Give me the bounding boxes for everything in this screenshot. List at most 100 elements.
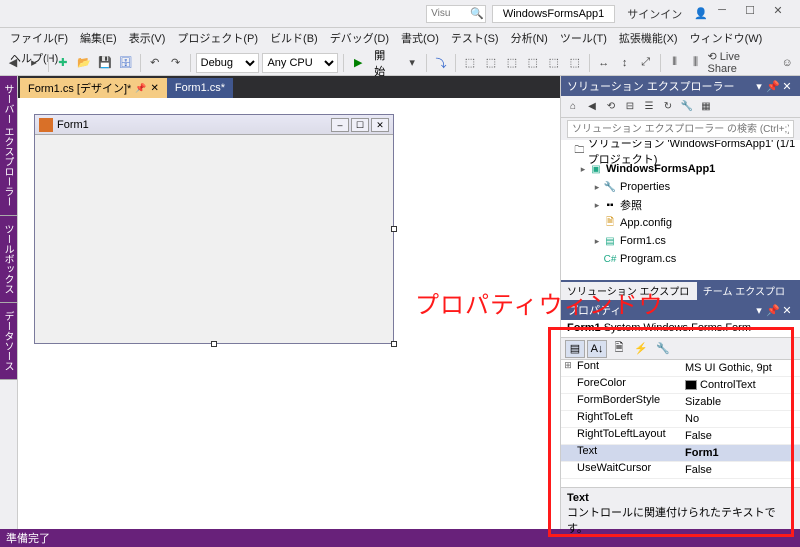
sx-home-icon[interactable]: ⌂ (565, 99, 581, 115)
step-icon[interactable]: ⤵ (432, 54, 450, 72)
properties-header[interactable]: プロパティ ▾ 📌 ✕ (561, 300, 800, 320)
wrench-icon: 🔧 (603, 180, 617, 194)
vspace-icon[interactable]: ⫼ (687, 54, 705, 72)
hspace-icon[interactable]: ⫴ (666, 54, 684, 72)
start-icon[interactable]: ▶ (349, 54, 367, 72)
size-h-icon[interactable]: ↕ (616, 54, 634, 72)
liveshare-button[interactable]: ⟲ Live Share (708, 50, 773, 75)
sx-sync-icon[interactable]: ⟲ (603, 99, 619, 115)
align-left-icon[interactable]: ⬚ (461, 54, 479, 72)
start-label[interactable]: 開始 (370, 47, 400, 79)
sx-preview-icon[interactable]: ▦ (698, 99, 714, 115)
panel-dropdown-icon[interactable]: ▾ (752, 304, 766, 317)
prop-wrench-icon[interactable]: 🔧 (653, 340, 673, 358)
solution-tree[interactable]: 🗀ソリューション 'WindowsFormsApp1' (1/1 プロジェクト)… (561, 140, 800, 280)
prop-row[interactable]: UseWaitCursorFalse (561, 462, 800, 479)
menu-test[interactable]: テスト(S) (445, 28, 505, 48)
undo-icon[interactable]: ↶ (146, 54, 164, 72)
redo-icon[interactable]: ↷ (167, 54, 185, 72)
tab-form1-design[interactable]: Form1.cs [デザイン]*📌✕ (20, 78, 167, 98)
menu-project[interactable]: プロジェクト(P) (171, 28, 264, 48)
designer-surface[interactable]: Form1 – ☐ ✕ (18, 98, 560, 529)
props-page-icon[interactable]: 🗎 (609, 340, 629, 358)
events-icon[interactable]: ⚡ (631, 340, 651, 358)
properties-object[interactable]: Form1 System.Windows.Forms.Form (561, 320, 800, 338)
close-button[interactable]: ✕ (764, 4, 792, 24)
sx-properties-icon[interactable]: 🔧 (679, 99, 695, 115)
nav-fwd-icon[interactable]: ▸ (25, 54, 43, 72)
prop-row[interactable]: ForeColorControlText (561, 377, 800, 394)
align-mid-icon[interactable]: ⬚ (545, 54, 563, 72)
tree-item[interactable]: ▸🔧Properties (561, 178, 800, 196)
save-icon[interactable]: 💾 (96, 54, 114, 72)
menu-analyze[interactable]: 分析(N) (505, 28, 554, 48)
platform-select[interactable]: Any CPU (262, 53, 338, 73)
resize-handle-s[interactable] (211, 341, 217, 347)
resize-handle-e[interactable] (391, 226, 397, 232)
form-preview[interactable]: Form1 – ☐ ✕ (34, 114, 394, 344)
open-icon[interactable]: 📂 (75, 54, 93, 72)
nav-back-icon[interactable]: ◀ (4, 54, 22, 72)
categorized-icon[interactable]: ▤ (565, 340, 585, 358)
tree-item[interactable]: ▸▤Form1.cs (561, 232, 800, 250)
config-select[interactable]: Debug (196, 53, 260, 73)
panel-close-icon[interactable]: ✕ (780, 304, 794, 317)
datasource-tab[interactable]: データソース (0, 303, 17, 380)
sx-collapse-icon[interactable]: ⊟ (622, 99, 638, 115)
form-client-area[interactable] (35, 135, 393, 343)
menu-debug[interactable]: デバッグ(D) (324, 28, 395, 48)
size-both-icon[interactable]: ⤢ (637, 54, 655, 72)
pin-icon[interactable]: 📌 (135, 83, 146, 94)
panel-close-icon[interactable]: ✕ (780, 80, 794, 93)
tree-item[interactable]: 🗎App.config (561, 214, 800, 232)
config-icon: 🗎 (603, 216, 617, 230)
prop-row[interactable]: RightToLeftNo (561, 411, 800, 428)
sx-refresh-icon[interactable]: ↻ (660, 99, 676, 115)
toolbox-tab[interactable]: ツールボックス (0, 216, 17, 303)
menu-tools[interactable]: ツール(T) (554, 28, 613, 48)
menu-window[interactable]: ウィンドウ(W) (684, 28, 769, 48)
alphabetical-icon[interactable]: A↓ (587, 340, 607, 358)
prop-row[interactable]: FormBorderStyleSizable (561, 394, 800, 411)
start-dropdown-icon[interactable]: ▾ (403, 54, 421, 72)
new-icon[interactable]: ✚ (54, 54, 72, 72)
size-w-icon[interactable]: ↔ (595, 54, 613, 72)
panel-pin-icon[interactable]: 📌 (766, 304, 780, 317)
panel-pin-icon[interactable]: 📌 (766, 80, 780, 93)
align-center-icon[interactable]: ⬚ (482, 54, 500, 72)
menu-build[interactable]: ビルド(B) (264, 28, 324, 48)
solution-root[interactable]: 🗀ソリューション 'WindowsFormsApp1' (1/1 プロジェクト) (561, 142, 800, 160)
tab-solution-explorer[interactable]: ソリューション エクスプローラー (561, 282, 697, 300)
menu-view[interactable]: 表示(V) (123, 28, 172, 48)
align-bot-icon[interactable]: ⬚ (566, 54, 584, 72)
user-icon[interactable]: 👤 (694, 7, 708, 20)
maximize-button[interactable]: ☐ (736, 4, 764, 24)
server-explorer-tab[interactable]: サーバー エクスプローラー (0, 76, 17, 216)
close-icon[interactable]: ✕ (151, 83, 159, 94)
tree-item[interactable]: ▸▪▪参照 (561, 196, 800, 214)
minimize-button[interactable]: ─ (708, 4, 736, 24)
solution-search-input[interactable] (567, 120, 794, 138)
sx-showall-icon[interactable]: ☰ (641, 99, 657, 115)
prop-row[interactable]: ⊞FontMS UI Gothic, 9pt (561, 360, 800, 377)
sx-back-icon[interactable]: ◀ (584, 99, 600, 115)
menu-format[interactable]: 書式(O) (395, 28, 445, 48)
panel-dropdown-icon[interactable]: ▾ (752, 80, 766, 93)
properties-grid[interactable]: ⊞FontMS UI Gothic, 9pt ForeColorControlT… (561, 360, 800, 487)
menu-file[interactable]: ファイル(F) (4, 28, 74, 48)
resize-handle-se[interactable] (391, 341, 397, 347)
prop-row[interactable]: RightToLeftLayoutFalse (561, 428, 800, 445)
signin-link[interactable]: サインイン (627, 6, 682, 22)
solution-explorer-header[interactable]: ソリューション エクスプローラー ▾ 📌 ✕ (561, 76, 800, 96)
tab-form1-cs[interactable]: Form1.cs* (167, 78, 233, 98)
align-top-icon[interactable]: ⬚ (524, 54, 542, 72)
menu-edit[interactable]: 編集(E) (74, 28, 123, 48)
tree-item[interactable]: C#Program.cs (561, 250, 800, 268)
saveall-icon[interactable]: 🗄 (117, 54, 135, 72)
menu-extensions[interactable]: 拡張機能(X) (613, 28, 684, 48)
csproj-icon: ▣ (589, 162, 603, 176)
align-right-icon[interactable]: ⬚ (503, 54, 521, 72)
prop-row-selected[interactable]: TextForm1 (561, 445, 800, 462)
tab-team-explorer[interactable]: チーム エクスプローラー (697, 282, 800, 300)
feedback-icon[interactable]: ☺ (778, 54, 796, 72)
